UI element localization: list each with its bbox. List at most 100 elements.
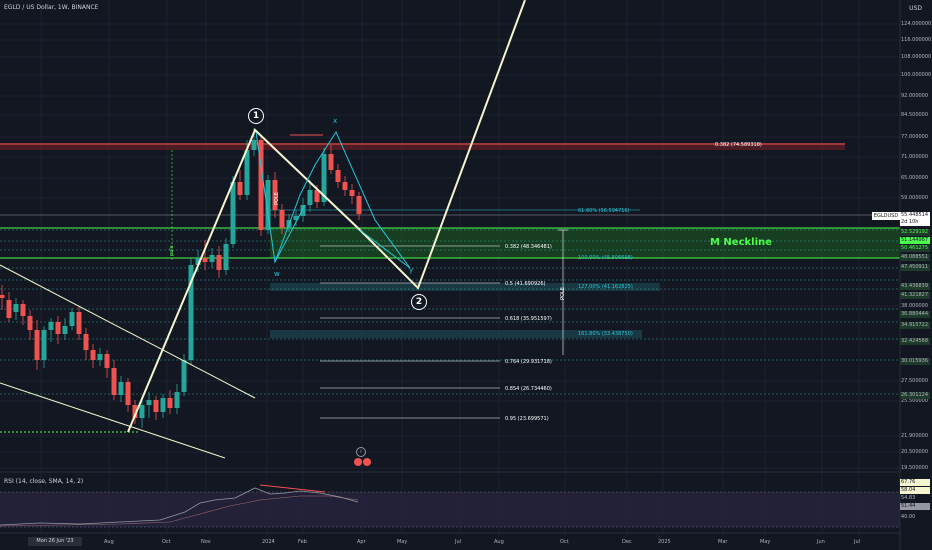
time-axis-label: Jul: [854, 539, 861, 545]
rsi-legend[interactable]: RSI (14, close, SMA, 14, 2): [4, 478, 83, 485]
wave-2-label: 2: [411, 294, 427, 310]
neckline-label: M Neckline: [710, 237, 772, 248]
pole-label: POLE: [274, 192, 280, 205]
candle-body: [55, 322, 61, 334]
fib-label-8: 0.764 (29.931718): [505, 359, 552, 365]
price-axis-label: 108.000000: [901, 54, 932, 60]
price-tag: 32.424568: [900, 338, 930, 345]
price-axis-label: 100.000000: [901, 72, 932, 78]
candle-body: [153, 400, 159, 412]
candle-body: [41, 330, 47, 360]
time-highlight: Mon 26 Jun '23: [28, 537, 82, 546]
time-axis-label: Jul: [455, 539, 462, 545]
price-axis-label: 77.000000: [901, 134, 929, 140]
price-axis-label: 84.500000: [901, 112, 929, 118]
fib-label-6: 0.618 (35.951597): [505, 316, 552, 322]
rsi-value-1: 58.04: [900, 487, 930, 494]
candle-body: [34, 330, 40, 360]
y-label: y: [409, 266, 414, 274]
candle-body: [27, 316, 33, 330]
price-tag: 55.448514: [900, 212, 930, 219]
w-label: w: [274, 270, 280, 278]
price-axis-label: 27.500000: [901, 378, 929, 384]
candle-body: [209, 255, 215, 262]
fib-label-5: 127.00% (41.162825): [578, 284, 633, 290]
time-axis-label: Aug: [104, 539, 114, 545]
info-icon[interactable]: i: [356, 447, 366, 457]
candle-body: [237, 182, 243, 195]
candle-body: [356, 196, 362, 214]
rsi-value-3: 51.44: [900, 503, 930, 510]
candle-body: [83, 334, 89, 350]
candle-body: [118, 382, 124, 395]
event-flag-icon[interactable]: [363, 458, 371, 466]
price-tag: 36.880444: [900, 311, 930, 318]
price-tag: 34.915722: [900, 322, 930, 329]
fib-label-10: 0.95 (23.699571): [505, 416, 549, 422]
candle-body: [279, 210, 285, 228]
candle-body: [160, 398, 166, 412]
candle-body: [111, 368, 117, 395]
price-axis-label: 21.900000: [901, 433, 929, 439]
candle-body: [181, 360, 187, 392]
grid: [0, 0, 900, 533]
candle-body: [202, 258, 208, 262]
price-axis-label: 65.000000: [901, 175, 929, 181]
price-axis-label: 20.500000: [901, 449, 929, 455]
countdown-tag: 2d 10h: [900, 219, 930, 226]
wave-path: [127, 0, 526, 433]
price-tag: 30.015936: [900, 358, 930, 365]
pole-label-3: pole: [169, 245, 175, 256]
fib-label-0: 0.382 (74.589318): [715, 142, 762, 148]
candle-body: [97, 354, 103, 360]
time-axis-label: May: [397, 539, 408, 545]
candle-body: [174, 392, 180, 408]
time-axis-label: 2025: [658, 539, 671, 545]
neckline-zone: [270, 228, 900, 258]
price-axis-label: 59.000000: [901, 195, 929, 201]
fib-label-4: 0.5 (41.690926): [505, 281, 546, 287]
candle-body: [6, 300, 12, 318]
candle-body: [76, 312, 82, 334]
price-axis-label: 38.000000: [901, 303, 929, 309]
event-flag-icon[interactable]: [354, 458, 362, 466]
currency-label[interactable]: USD: [909, 5, 922, 12]
price-axis-label: 116.000000: [901, 37, 932, 43]
price-tag: 50.461275: [900, 245, 930, 252]
candle-body: [146, 400, 152, 405]
fib-label-3: 100.00% (45.506698): [578, 255, 633, 261]
time-axis-label: Jun: [817, 539, 825, 545]
time-axis-label: Oct: [162, 539, 171, 545]
rsi-value-4: 40.00: [901, 514, 916, 520]
price-tag: 48.088551: [900, 254, 930, 261]
fib-label-2: 0.382 (48.346481): [505, 244, 552, 250]
time-axis-label: Feb: [298, 539, 307, 545]
candle-body: [328, 154, 334, 170]
rsi-value-2: 54.83: [901, 495, 916, 501]
rsi-divergence-line: [259, 484, 326, 493]
price-tag: 26.301124: [900, 392, 930, 399]
time-axis-label: 2024: [262, 539, 275, 545]
fib-label-9: 0.854 (26.734460): [505, 386, 552, 392]
candle-body: [20, 304, 26, 316]
candle-body: [244, 150, 250, 195]
fib-label-1: 61.80% (56.594716): [578, 208, 630, 214]
price-axis-label: 71.000000: [901, 154, 929, 160]
candle-body: [125, 382, 131, 405]
wave-1-label: 1: [248, 108, 264, 124]
candles: [0, 128, 362, 428]
price-axis-label: 19.500000: [901, 465, 929, 471]
chart-canvas[interactable]: [0, 0, 932, 550]
rsi-value-0: 67.76: [900, 479, 930, 486]
price-axis-label: 124.000000: [901, 21, 932, 27]
candle-body: [90, 350, 96, 360]
candle-body: [223, 244, 229, 270]
candle-body: [230, 182, 236, 244]
candle-body: [139, 405, 145, 418]
candle-body: [342, 182, 348, 190]
rsi-band: [0, 492, 900, 527]
price-tag: 41.321827: [900, 292, 930, 299]
x-label: x: [333, 117, 338, 125]
candle-body: [62, 326, 68, 334]
time-axis-label: May: [760, 539, 771, 545]
